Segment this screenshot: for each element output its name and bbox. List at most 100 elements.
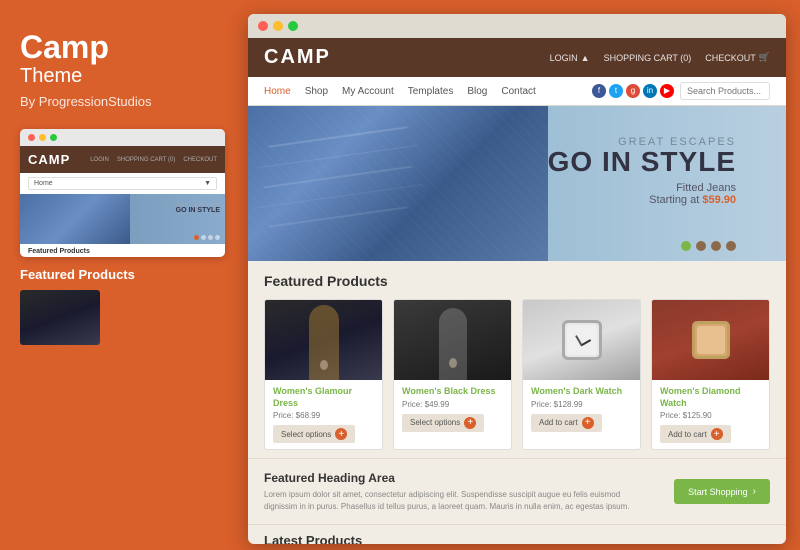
product-card-4: Women's Diamond Watch Price: $125.90 Add… xyxy=(651,299,770,450)
product-card-3: Women's Dark Watch Price: $128.99 Add to… xyxy=(522,299,641,450)
nav-links: Home Shop My Account Templates Blog Cont… xyxy=(264,86,536,97)
header-cart[interactable]: SHOPPING CART (0) xyxy=(604,53,692,63)
facebook-icon[interactable]: f xyxy=(592,84,606,98)
social-icons: f t g in ▶ xyxy=(592,84,674,98)
nav-home[interactable]: Home xyxy=(264,86,291,97)
product-btn-label-4: Add to cart xyxy=(668,430,707,439)
nav-myaccount[interactable]: My Account xyxy=(342,86,394,97)
login-label: LOGIN xyxy=(550,53,578,63)
featured-area: Featured Heading Area Lorem ipsum dolor … xyxy=(248,458,786,523)
product-price-2: Price: $49.99 xyxy=(402,400,503,409)
product-info-2: Women's Black Dress Price: $49.99 Select… xyxy=(394,380,511,438)
mini-product-preview xyxy=(20,290,100,345)
product-info-4: Women's Diamond Watch Price: $125.90 Add… xyxy=(652,380,769,449)
shop-btn-label: Start Shopping xyxy=(688,487,748,497)
latest-section: Latest Products xyxy=(248,524,786,544)
product-card-2: Women's Black Dress Price: $49.99 Select… xyxy=(393,299,512,450)
site-nav: Home Shop My Account Templates Blog Cont… xyxy=(248,77,786,106)
product-btn-2[interactable]: Select options + xyxy=(402,414,484,432)
hero-dot-1[interactable] xyxy=(681,241,691,251)
mini-cart: SHOPPING CART (0) xyxy=(117,157,175,163)
linkedin-icon[interactable]: in xyxy=(643,84,657,98)
product-btn-3[interactable]: Add to cart + xyxy=(531,414,602,432)
mini-site-header: CAMP LOGIN SHOPPING CART (0) CHECKOUT xyxy=(20,146,225,173)
featured-section: Featured Products Women's Glamour Dress … xyxy=(248,261,786,458)
search-input[interactable] xyxy=(680,82,770,100)
hero-dot-2[interactable] xyxy=(696,241,706,251)
mini-dropdown[interactable]: Home ▼ xyxy=(28,177,217,190)
twitter-icon[interactable]: t xyxy=(609,84,623,98)
theme-title: Camp xyxy=(20,30,228,65)
mini-hero-circles xyxy=(194,235,220,240)
dot-yellow xyxy=(273,21,283,31)
product-image-3 xyxy=(523,300,640,380)
plus-icon-2: + xyxy=(464,417,476,429)
nav-blog[interactable]: Blog xyxy=(467,86,487,97)
mini-dropdown-arrow: ▼ xyxy=(204,180,211,187)
nav-templates[interactable]: Templates xyxy=(408,86,454,97)
hero-jeans-image xyxy=(248,106,548,261)
nav-shop[interactable]: Shop xyxy=(305,86,328,97)
product-price-1: Price: $68.99 xyxy=(273,411,374,420)
mini-home-label: Home xyxy=(34,180,53,187)
product-btn-label-1: Select options xyxy=(281,430,331,439)
hero-headline: GO IN STYLE xyxy=(548,148,736,176)
header-checkout[interactable]: CHECKOUT 🛒 xyxy=(705,52,770,63)
main-browser: CAMP LOGIN ▲ SHOPPING CART (0) CHECKOUT … xyxy=(248,14,786,544)
product-btn-4[interactable]: Add to cart + xyxy=(660,425,731,443)
mini-header-actions: LOGIN SHOPPING CART (0) CHECKOUT xyxy=(90,157,217,163)
checkout-icon: 🛒 xyxy=(759,52,770,63)
mini-dot-active xyxy=(194,235,199,240)
product-btn-label-2: Select options xyxy=(410,418,460,427)
plus-icon-4: + xyxy=(711,428,723,440)
nav-contact[interactable]: Contact xyxy=(501,86,535,97)
site-header: CAMP LOGIN ▲ SHOPPING CART (0) CHECKOUT … xyxy=(248,38,786,77)
product-info-1: Women's Glamour Dress Price: $68.99 Sele… xyxy=(265,380,382,449)
hero-slider: GREAT ESCAPES GO IN STYLE Fitted Jeans S… xyxy=(248,106,786,261)
latest-products-title: Latest Products xyxy=(264,533,770,544)
product-name-2: Women's Black Dress xyxy=(402,386,503,398)
theme-author: By ProgressionStudios xyxy=(20,94,228,109)
product-name-4: Women's Diamond Watch xyxy=(660,386,761,409)
header-login[interactable]: LOGIN ▲ xyxy=(550,53,590,63)
nav-right: f t g in ▶ xyxy=(592,82,770,100)
hero-dot-4[interactable] xyxy=(726,241,736,251)
mini-featured-products-label: Featured Products xyxy=(20,267,228,282)
site-logo: CAMP xyxy=(264,46,331,69)
left-panel: Camp Theme By ProgressionStudios CAMP LO… xyxy=(0,0,248,550)
mini-login: LOGIN xyxy=(90,157,109,163)
mini-dot-red xyxy=(28,134,35,141)
featured-area-text: Featured Heading Area Lorem ipsum dolor … xyxy=(264,471,644,511)
theme-subtitle: Theme xyxy=(20,65,228,88)
mini-logo: CAMP xyxy=(28,152,70,167)
hero-dot-3[interactable] xyxy=(711,241,721,251)
product-info-3: Women's Dark Watch Price: $128.99 Add to… xyxy=(523,380,640,438)
product-btn-1[interactable]: Select options + xyxy=(273,425,355,443)
youtube-icon[interactable]: ▶ xyxy=(660,84,674,98)
browser-titlebar xyxy=(248,14,786,38)
mini-dot-3 xyxy=(215,235,220,240)
mini-dot-green xyxy=(50,134,57,141)
plus-icon-1: + xyxy=(335,428,347,440)
product-image-1 xyxy=(265,300,382,380)
mini-hero-text: GREAT ESCAPES GO IN STYLE xyxy=(174,202,220,214)
mini-browser-bar xyxy=(20,129,225,146)
checkout-label: CHECKOUT xyxy=(705,53,756,63)
product-price-3: Price: $128.99 xyxy=(531,400,632,409)
start-shopping-button[interactable]: Start Shopping › xyxy=(674,479,770,504)
dot-red xyxy=(258,21,268,31)
mini-hero: GREAT ESCAPES GO IN STYLE xyxy=(20,194,225,244)
googleplus-icon[interactable]: g xyxy=(626,84,640,98)
product-price-4: Price: $125.90 xyxy=(660,411,761,420)
mini-browser-preview: CAMP LOGIN SHOPPING CART (0) CHECKOUT Ho… xyxy=(20,129,225,257)
plus-icon-3: + xyxy=(582,417,594,429)
cart-label: SHOPPING CART (0) xyxy=(604,53,692,63)
product-btn-label-3: Add to cart xyxy=(539,418,578,427)
hero-content: GREAT ESCAPES GO IN STYLE Fitted Jeans S… xyxy=(548,136,736,206)
mini-featured-label: Featured Products xyxy=(20,244,225,257)
dot-green xyxy=(288,21,298,31)
product-card-1: Women's Glamour Dress Price: $68.99 Sele… xyxy=(264,299,383,450)
hero-price-label: Starting at xyxy=(649,194,699,206)
mini-checkout: CHECKOUT xyxy=(183,157,217,163)
products-grid: Women's Glamour Dress Price: $68.99 Sele… xyxy=(264,299,770,450)
